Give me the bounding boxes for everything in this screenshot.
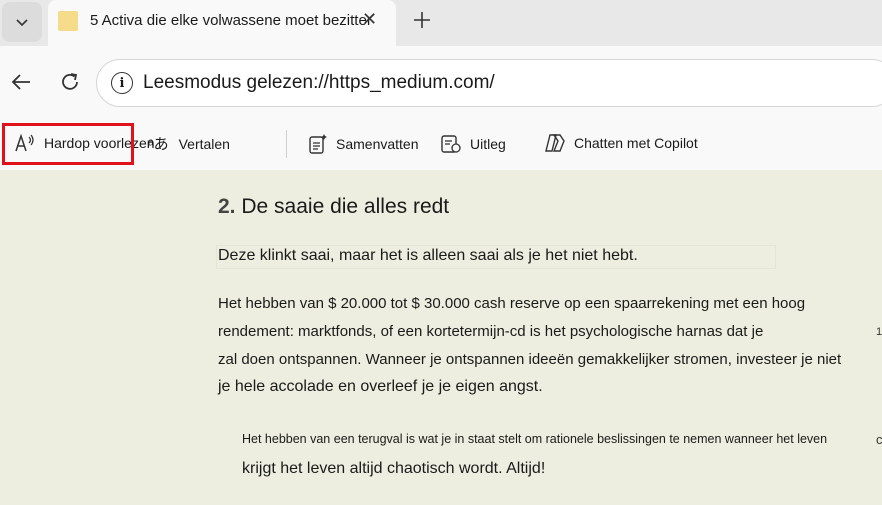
- refresh-icon: [62, 73, 78, 90]
- tab-actions-button[interactable]: [2, 2, 42, 42]
- section-title: De saaie die alles redt: [241, 195, 450, 218]
- site-info-icon[interactable]: i: [111, 72, 133, 94]
- quote-line: Het hebben van een terugval is wat je in…: [242, 432, 828, 446]
- section-number: 2.: [218, 195, 236, 218]
- summarize-button[interactable]: Samenvatten: [308, 133, 419, 155]
- back-arrow-icon: [11, 74, 30, 90]
- translate-icon: ᵃあ: [148, 136, 169, 153]
- navigation-bar: i Leesmodus gelezen://https_medium.com/: [0, 46, 882, 118]
- url-text[interactable]: Leesmodus gelezen://https_medium.com/: [143, 72, 495, 94]
- chevron-down-icon: [16, 19, 28, 27]
- refresh-button[interactable]: [56, 68, 84, 96]
- stray-mark: c: [876, 432, 882, 447]
- tab-title: 5 Activa die elke volwassene moet bezitt…: [90, 12, 370, 29]
- stray-mark: 1: [876, 326, 882, 338]
- summarize-icon: [308, 133, 328, 155]
- plus-icon: [414, 12, 430, 28]
- tab-strip: 5 Activa die elke volwassene moet bezitt…: [0, 0, 882, 46]
- page-favicon-icon: [58, 11, 78, 31]
- section-heading: 2. De saaie die alles redt: [218, 195, 449, 219]
- explain-label: Uitleg: [470, 136, 506, 152]
- intro-line: Deze klinkt saai, maar het is alleen saa…: [218, 247, 638, 264]
- paragraph-line: Het hebben van $ 20.000 tot $ 30.000 cas…: [218, 295, 806, 312]
- back-button[interactable]: [8, 68, 36, 96]
- summarize-label: Samenvatten: [336, 136, 419, 152]
- read-aloud-highlight: [2, 123, 134, 165]
- close-tab-icon[interactable]: ✕: [362, 9, 377, 30]
- reader-article: 2. De saaie die alles redt Deze klinkt s…: [0, 170, 882, 505]
- chat-copilot-button[interactable]: Chatten met Copilot: [544, 133, 698, 153]
- tab-active[interactable]: 5 Activa die elke volwassene moet bezitt…: [48, 0, 396, 46]
- translate-label: Vertalen: [178, 135, 230, 152]
- quote-line: krijgt het leven altijd chaotisch wordt.…: [242, 460, 546, 477]
- copilot-icon: [544, 133, 566, 153]
- paragraph-line: rendement: marktfonds, of een kortetermi…: [218, 323, 764, 340]
- toolbar-divider: [286, 130, 287, 158]
- explain-icon: [440, 133, 462, 155]
- new-tab-button[interactable]: [406, 4, 438, 36]
- explain-button[interactable]: Uitleg: [440, 133, 506, 155]
- paragraph-line: zal doen ontspannen. Wanneer je ontspann…: [218, 351, 842, 368]
- paragraph-line: je hele accolade en overleef je je eigen…: [218, 378, 543, 395]
- address-bar[interactable]: i Leesmodus gelezen://https_medium.com/: [96, 59, 882, 107]
- chat-copilot-label: Chatten met Copilot: [574, 135, 698, 151]
- translate-button[interactable]: ᵃあ Vertalen: [148, 133, 230, 154]
